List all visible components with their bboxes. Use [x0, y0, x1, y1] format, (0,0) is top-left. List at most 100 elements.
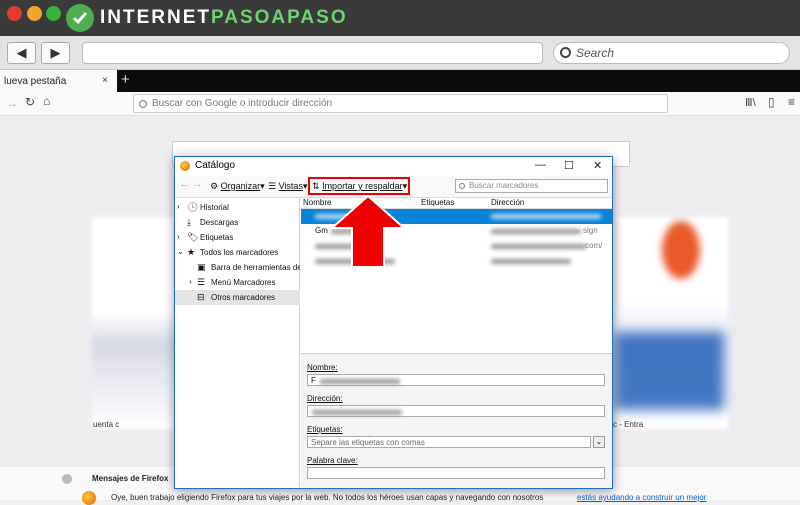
tile-left-label: uenta c	[93, 420, 120, 429]
tags-dropdown-button[interactable]: ⌄	[593, 436, 605, 448]
expand-icon[interactable]: ›	[177, 232, 180, 241]
back-arrow-icon[interactable]: →	[6, 96, 18, 110]
messages-title: Mensajes de Firefox	[92, 474, 169, 483]
other-folder-icon: ⊟	[197, 292, 205, 302]
search-icon	[459, 183, 465, 189]
sidebar-item-menu[interactable]: › ☰ Menú Marcadores	[175, 275, 300, 290]
search-icon	[560, 47, 571, 58]
menu-folder-icon: ☰	[197, 277, 206, 287]
site-logo: INTERNETPASOAPASO	[66, 3, 348, 33]
sidebar-item-other[interactable]: ⊟ Otros marcadores	[175, 290, 300, 305]
library-icon[interactable]: Ⅲ\	[745, 96, 756, 109]
views-menu[interactable]: ☰ Vistas▾	[268, 181, 307, 192]
outer-forward-button[interactable]: ▶	[41, 42, 70, 64]
list-icon: ☰	[268, 181, 277, 191]
blurred-text	[312, 410, 402, 415]
library-title: Catálogo	[195, 160, 236, 171]
firefox-logo-icon	[180, 161, 190, 171]
tags-label: Etiquetas:	[307, 425, 343, 434]
sidebar-item-history[interactable]: › 🕓 Historial	[175, 200, 300, 215]
name-label: Nombre:	[307, 363, 338, 372]
url-placeholder: Buscar con Google o introducir dirección	[152, 98, 333, 109]
row-url: com/	[585, 241, 603, 250]
bookmark-search-input[interactable]: Buscar marcadores	[455, 179, 608, 193]
highlight-box	[308, 177, 410, 195]
tags-placeholder: Separe las etiquetas con comas	[311, 438, 425, 447]
bookmark-search-placeholder: Buscar marcadores	[469, 181, 539, 190]
dropdown-icon: ▾	[302, 181, 308, 191]
new-tab-button[interactable]: +	[121, 71, 130, 88]
minimize-button[interactable]: —	[535, 159, 546, 171]
sidebar-item-toolbar[interactable]: ▣ Barra de herramientas de...	[175, 260, 300, 275]
tab-label: lueva pestaña	[4, 76, 67, 87]
column-address[interactable]: Dirección	[491, 198, 524, 207]
search-icon	[139, 100, 147, 108]
tile-right-logo	[662, 221, 700, 279]
toolbar-folder-icon: ▣	[197, 262, 206, 272]
sidebar-item-downloads[interactable]: ⤓ Descargas	[175, 215, 300, 230]
sidebar-item-label: Todos los marcadores	[200, 248, 279, 257]
tab-close-icon[interactable]: ×	[102, 75, 108, 86]
name-field[interactable]: F	[307, 374, 605, 386]
blurred-text	[491, 229, 581, 234]
sidebar-item-label: Barra de herramientas de...	[211, 263, 300, 272]
outer-url-bar[interactable]	[82, 42, 543, 64]
column-name[interactable]: Nombre	[303, 198, 331, 207]
name-value: F	[311, 376, 316, 385]
sidebar-item-label: Descargas	[200, 218, 239, 227]
messages-link[interactable]: estás ayudando a construir un mejor	[577, 493, 757, 502]
organize-menu[interactable]: ⚙ Organizar▾	[210, 181, 265, 192]
home-icon[interactable]: ⌂	[43, 94, 50, 108]
blurred-text	[320, 379, 400, 384]
keyword-field[interactable]	[307, 467, 605, 479]
blurred-text	[491, 244, 586, 249]
reload-icon[interactable]: ↻	[25, 95, 35, 109]
tag-icon: 🏷	[187, 232, 199, 242]
outer-search-field[interactable]: Search	[553, 42, 790, 64]
organize-label: Organizar	[220, 181, 261, 191]
blurred-text	[491, 214, 601, 219]
top-site-tile-left[interactable]	[92, 217, 184, 429]
close-light-icon[interactable]	[7, 6, 22, 21]
expand-icon[interactable]: ›	[189, 277, 192, 286]
menu-icon[interactable]: ≡	[788, 95, 795, 109]
tile-right-graphic	[614, 332, 724, 410]
sidebar-item-label: Menú Marcadores	[211, 278, 276, 287]
info-icon	[62, 474, 72, 484]
outer-title-bar: INTERNETPASOAPASO	[0, 0, 800, 36]
logo-part1: INTERNET	[100, 7, 211, 28]
column-tags[interactable]: Etiquetas	[421, 198, 454, 207]
row-name: Gm	[315, 226, 328, 235]
expand-icon[interactable]: ›	[177, 202, 180, 211]
keyword-label: Palabra clave:	[307, 456, 358, 465]
download-icon: ⤓	[187, 217, 191, 227]
blurred-text	[491, 259, 571, 264]
sidebar-item-tags[interactable]: › 🏷 Etiquetas	[175, 230, 300, 245]
address-field[interactable]	[307, 405, 605, 417]
library-title-bar: Catálogo — ☐ ✕	[175, 157, 612, 176]
maximize-button[interactable]: ☐	[564, 159, 574, 172]
tab-new-tab[interactable]: lueva pestaña ×	[0, 70, 117, 92]
outer-back-button[interactable]: ◀	[7, 42, 36, 64]
dropdown-icon: ▾	[260, 181, 265, 191]
sidebar-item-all-bookmarks[interactable]: ⌄ ★ Todos los marcadores	[175, 245, 300, 260]
firefox-url-bar[interactable]: Buscar con Google o introducir dirección	[133, 94, 668, 113]
outer-search-placeholder: Search	[576, 46, 615, 60]
sidebar-icon[interactable]: ▯	[768, 95, 775, 109]
zoom-light-icon[interactable]	[46, 6, 61, 21]
views-label: Vistas	[278, 181, 303, 191]
minimize-light-icon[interactable]	[27, 6, 42, 21]
red-arrow-icon	[331, 194, 406, 268]
sidebar-item-label: Historial	[200, 203, 229, 212]
star-icon: ★	[187, 247, 196, 257]
gear-icon: ⚙	[210, 181, 219, 191]
logo-text: INTERNETPASOAPASO	[100, 7, 348, 29]
back-arrow-icon[interactable]: ←	[179, 178, 190, 190]
forward-arrow-icon[interactable]: →	[192, 178, 203, 190]
collapse-icon[interactable]: ⌄	[177, 247, 184, 256]
sidebar-item-label: Etiquetas	[200, 233, 234, 242]
tile-right-label: c - Entra	[613, 420, 644, 429]
tags-field[interactable]: Separe las etiquetas con comas	[307, 436, 591, 448]
chevron-down-icon: ⌄	[595, 437, 603, 446]
close-button[interactable]: ✕	[593, 159, 602, 172]
